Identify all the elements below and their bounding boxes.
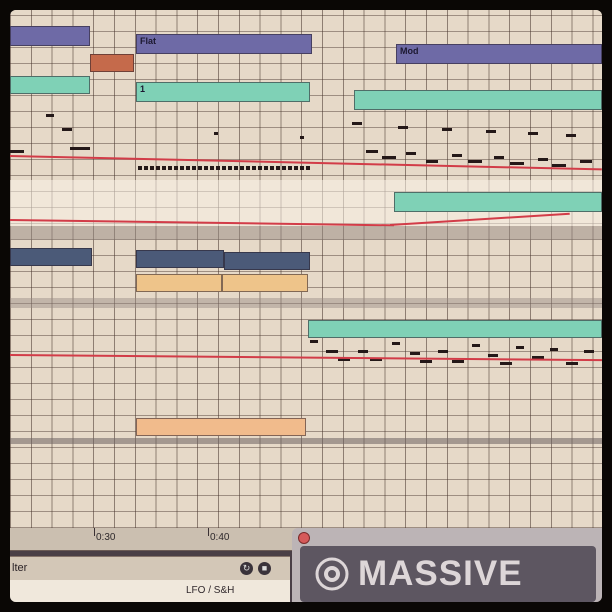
clip-peach-2[interactable] (222, 274, 308, 292)
clip-teal-numbered[interactable]: 1 (136, 82, 310, 102)
ruler-tick (94, 528, 95, 536)
bottom-panel: 0:30 0:40 lter ↻ ■ LFO / S&H MASSIVE (10, 528, 602, 602)
clip-teal-5[interactable] (308, 320, 602, 338)
midi-note (566, 362, 578, 365)
midi-note (326, 350, 338, 353)
clip-flat[interactable]: Flat (136, 34, 312, 54)
midi-note (472, 344, 480, 347)
midi-note (538, 158, 548, 161)
clip-label: 1 (140, 84, 146, 94)
clip-purple-1[interactable] (10, 26, 90, 46)
midi-note (452, 360, 464, 363)
clip-teal-3[interactable] (354, 90, 602, 110)
ruler-tick (208, 528, 209, 536)
track-divider (10, 226, 602, 240)
midi-note (426, 160, 438, 163)
massive-brand-name: MASSIVE (358, 554, 523, 593)
clip-label: Mod (400, 46, 419, 56)
midi-note (70, 147, 90, 150)
midi-note (516, 346, 524, 349)
midi-note (488, 354, 498, 357)
midi-note (528, 132, 538, 135)
midi-note (566, 134, 576, 137)
automation-line (10, 354, 602, 362)
device-title: lter (12, 562, 28, 574)
midi-note (352, 122, 362, 125)
clip-peach-1[interactable] (136, 274, 222, 292)
midi-note (584, 350, 594, 353)
midi-note (438, 350, 448, 353)
midi-note (62, 128, 72, 131)
ruler-label: 0:40 (210, 532, 230, 543)
midi-note (10, 150, 24, 153)
device-header: lter ↻ ■ (10, 556, 290, 581)
midi-note-strip (138, 166, 310, 170)
massive-header: MASSIVE (300, 546, 596, 602)
clip-navy-1[interactable] (10, 248, 92, 266)
track-divider (10, 438, 602, 444)
midi-note (494, 156, 504, 159)
midi-note (420, 360, 432, 363)
midi-note (214, 132, 218, 135)
clip-teal-1[interactable] (10, 76, 90, 94)
clip-teal-4[interactable] (394, 192, 602, 212)
arrangement-window: Flat Mod 1 0:30 0:40 lter ↻ ■ LFO / S&H … (10, 10, 602, 602)
clip-mod[interactable]: Mod (396, 44, 602, 64)
refresh-icon[interactable]: ↻ (240, 562, 253, 575)
midi-note (442, 128, 452, 131)
midi-note (452, 154, 462, 157)
midi-note (382, 156, 396, 159)
ruler-label: 0:30 (96, 532, 116, 543)
midi-note (300, 136, 304, 139)
arrangement-grid[interactable]: Flat Mod 1 (10, 10, 602, 528)
clip-label: Flat (140, 36, 157, 46)
midi-note (392, 342, 400, 345)
save-icon[interactable]: ■ (258, 562, 271, 575)
midi-note (410, 352, 420, 355)
track-divider (10, 298, 602, 308)
clip-navy-2[interactable] (136, 250, 224, 268)
massive-logo-icon (315, 557, 349, 591)
midi-note (366, 150, 378, 153)
midi-note (310, 340, 318, 343)
time-ruler[interactable]: 0:30 0:40 (10, 528, 300, 551)
midi-note (358, 350, 368, 353)
midi-note (550, 348, 558, 351)
midi-note (468, 160, 482, 163)
clip-orange[interactable] (90, 54, 134, 72)
lfo-section-label: LFO / S&H (186, 585, 235, 596)
midi-note (500, 362, 512, 365)
device-section: LFO / S&H (10, 580, 290, 602)
midi-note (580, 160, 592, 163)
close-icon[interactable] (298, 532, 310, 544)
midi-note (46, 114, 54, 117)
midi-note (510, 162, 524, 165)
midi-note (398, 126, 408, 129)
midi-note (486, 130, 496, 133)
clip-peach-3[interactable] (136, 418, 306, 436)
massive-plugin-window: MASSIVE (292, 528, 602, 602)
midi-note (406, 152, 416, 155)
clip-navy-3[interactable] (224, 252, 310, 270)
